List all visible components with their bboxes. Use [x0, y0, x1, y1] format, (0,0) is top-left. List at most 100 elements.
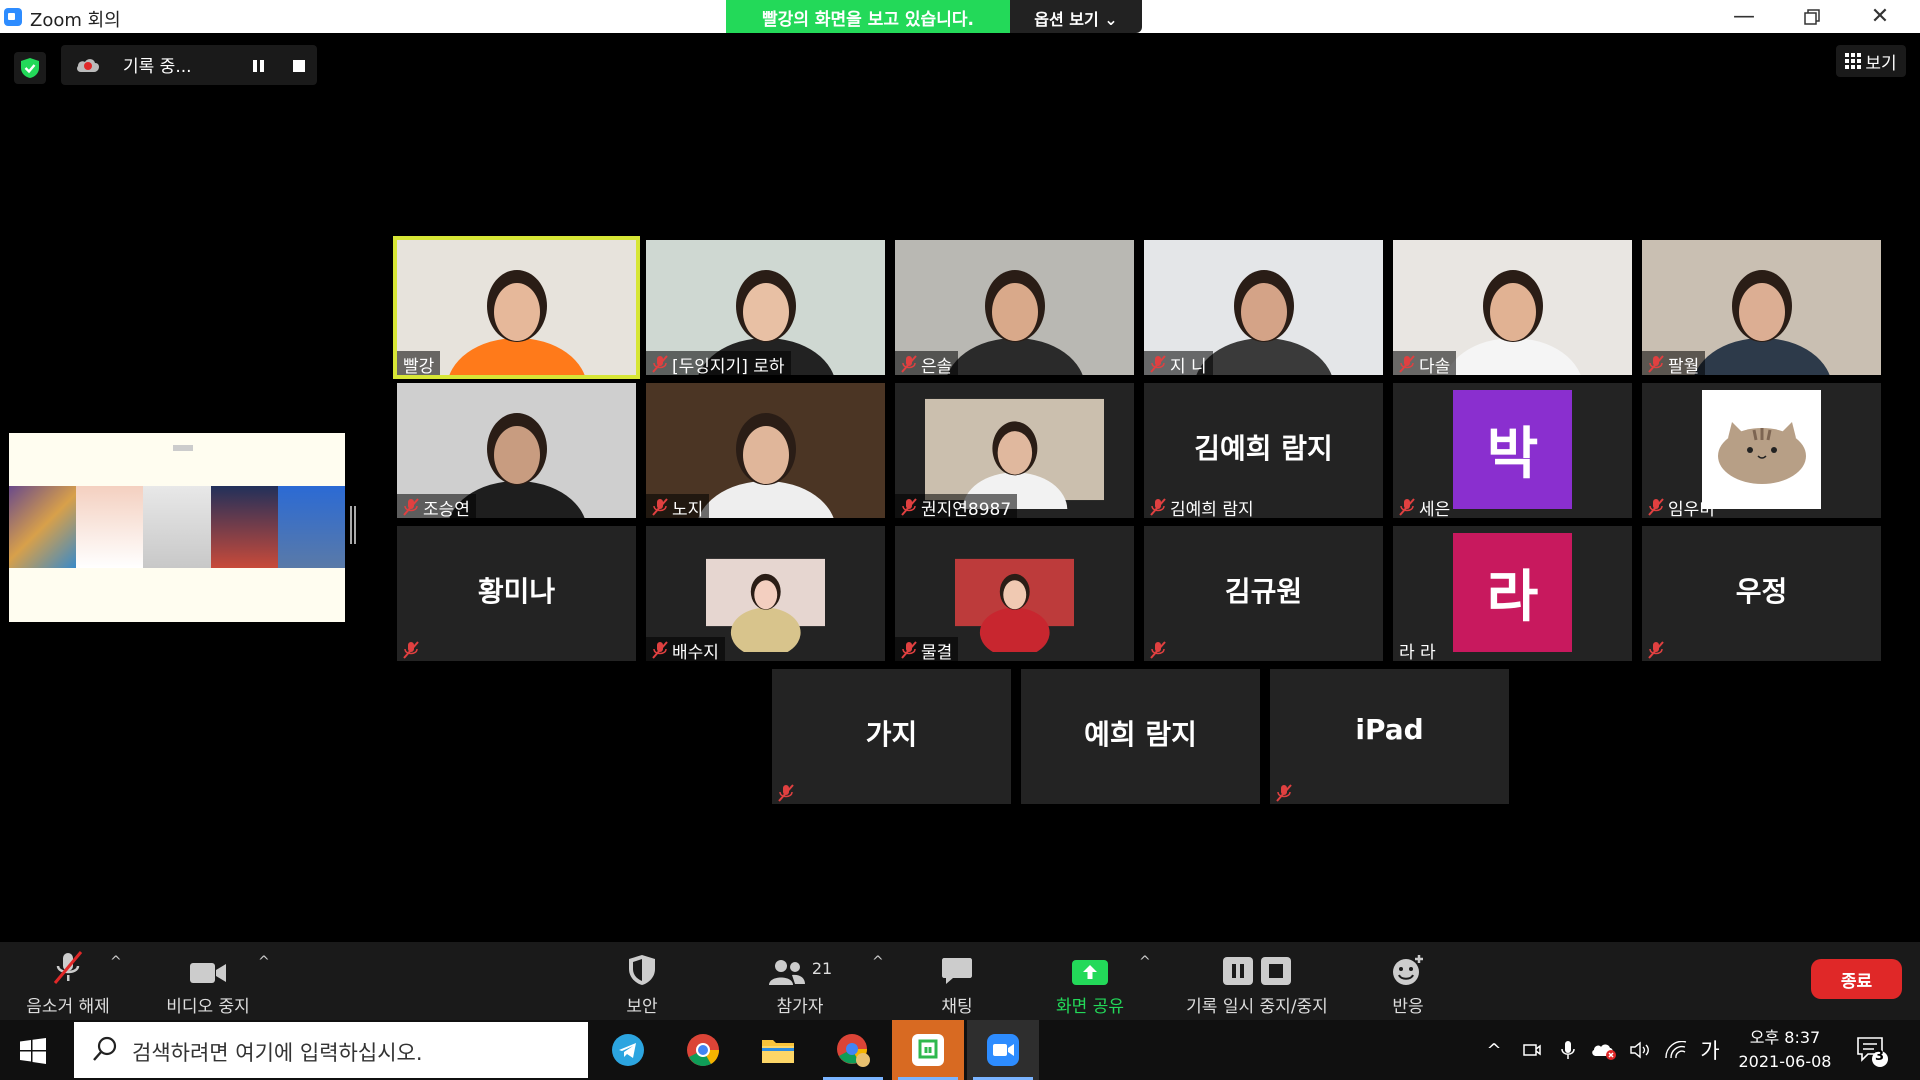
telegram-app[interactable] [592, 1020, 664, 1080]
ime-indicator[interactable]: 가 [1696, 1020, 1724, 1080]
muted-mic-icon [652, 641, 668, 659]
folder-icon [762, 1040, 794, 1063]
zoom-taskbar-app[interactable] [967, 1020, 1039, 1080]
search-icon [93, 1036, 117, 1061]
reactions-button[interactable]: 반응 [1368, 942, 1448, 1020]
participant-name: [두잉지기] 로하 [672, 356, 785, 376]
volume-tray[interactable] [1626, 1020, 1656, 1080]
participant-tile[interactable]: iPad [1270, 669, 1509, 804]
minimize-button[interactable]: — [1710, 0, 1778, 33]
participant-tile[interactable]: 지 니 [1144, 240, 1383, 375]
participants-button[interactable]: 21 참가자 [758, 942, 842, 1020]
network-tray[interactable] [1660, 1020, 1692, 1080]
shared-screen-view[interactable] [9, 433, 346, 622]
participant-name-label: 조승연 [397, 494, 476, 518]
participant-display-name: 우정 [1735, 575, 1788, 608]
participant-tile[interactable]: 팔월 [1642, 240, 1881, 375]
participant-name-label [1144, 637, 1172, 661]
meet-now-tray[interactable] [1518, 1020, 1546, 1080]
participant-tile[interactable]: 다솔 [1393, 240, 1632, 375]
security-button[interactable]: 보안 [602, 942, 682, 1020]
close-button[interactable]: ✕ [1846, 0, 1914, 33]
restore-button[interactable] [1778, 0, 1846, 33]
chat-button[interactable]: 채팅 [917, 942, 997, 1020]
participant-display-name: 김규원 [1224, 575, 1303, 608]
share-screen-button[interactable]: 화면 공유 [1046, 942, 1134, 1020]
participant-tile[interactable]: [두잉지기] 로하 [646, 240, 885, 375]
pause-stop-recording-button[interactable]: 기록 일시 중지/중지 [1172, 942, 1342, 1020]
participant-name-label: 지 니 [1144, 351, 1213, 375]
windows-taskbar: 검색하려면 여기에 입력하십시오. ^ 가 오후 8:37 2021-06-08… [0, 1020, 1920, 1080]
grid-icon [1845, 53, 1862, 69]
view-label: 보기 [1865, 53, 1897, 74]
participant-profile-photo [706, 533, 825, 652]
clock-time: 오후 8:37 [1749, 1028, 1821, 1047]
clock-date: 2021-06-08 [1738, 1052, 1832, 1071]
chrome-profile-app[interactable] [817, 1020, 889, 1080]
participants-options-caret[interactable]: ^ [872, 954, 884, 970]
security-shield-icon [629, 955, 655, 985]
participant-profile-photo [955, 533, 1074, 652]
participant-tile[interactable]: 박 세은 [1393, 383, 1632, 518]
participant-name: 물결 [921, 642, 953, 662]
show-hidden-icons[interactable]: ^ [1482, 1020, 1506, 1080]
participant-tile[interactable]: 임우미 [1642, 383, 1881, 518]
chrome-app[interactable] [667, 1020, 739, 1080]
taskbar-search-box[interactable]: 검색하려면 여기에 입력하십시오. [74, 1022, 588, 1078]
file-explorer-app[interactable] [742, 1020, 814, 1080]
muted-mic-icon [1648, 498, 1664, 516]
participant-tile[interactable]: 예희 람지 [1021, 669, 1260, 804]
participant-name-label [1270, 780, 1298, 804]
split-resize-handle[interactable] [350, 506, 356, 544]
share-options-caret[interactable]: ^ [1139, 954, 1151, 970]
stop-recording-button[interactable] [292, 58, 306, 77]
kakaotalk-like-app[interactable] [892, 1020, 964, 1080]
gallery-view-button[interactable]: 보기 [1836, 45, 1906, 77]
encryption-shield[interactable] [14, 52, 46, 84]
video-options-caret[interactable]: ^ [258, 954, 270, 970]
muted-mic-icon [1648, 641, 1664, 659]
unmute-button[interactable]: 음소거 해제 [18, 942, 118, 1020]
participant-tile[interactable]: 김규원 [1144, 526, 1383, 661]
participant-name: 은솔 [921, 356, 953, 376]
participant-tile[interactable]: 황미나 [397, 526, 636, 661]
video-camera-icon [190, 963, 226, 983]
participant-tile[interactable]: 가지 [772, 669, 1011, 804]
audio-options-caret[interactable]: ^ [110, 954, 122, 970]
participant-name: 빨강 [403, 356, 435, 376]
reactions-label: 반응 [1392, 997, 1424, 1017]
microphone-tray[interactable] [1554, 1020, 1582, 1080]
green-app-icon [912, 1034, 944, 1066]
participant-tile[interactable]: 물결 [895, 526, 1134, 661]
participant-tile[interactable]: 우정 [1642, 526, 1881, 661]
pause-recording-button[interactable] [252, 58, 266, 77]
end-meeting-button[interactable]: 종료 [1811, 959, 1902, 999]
action-center-button[interactable]: 3 [1856, 1034, 1890, 1072]
share-screen-label: 화면 공유 [1056, 997, 1124, 1017]
recording-status: 기록 중... [123, 57, 192, 77]
cat-avatar-icon [1718, 422, 1806, 484]
participant-tile[interactable]: 은솔 [895, 240, 1134, 375]
participant-name: 세은 [1419, 499, 1451, 519]
participant-tile[interactable]: 노지 [646, 383, 885, 518]
onedrive-tray[interactable] [1588, 1020, 1620, 1080]
participant-tile[interactable]: 배수지 [646, 526, 885, 661]
participant-tile[interactable]: 김예희 람지 김예희 람지 [1144, 383, 1383, 518]
participant-tile[interactable]: 조승연 [397, 383, 636, 518]
participant-tile[interactable]: 라라 라 [1393, 526, 1632, 661]
windows-start-icon[interactable] [20, 1038, 46, 1064]
reaction-emoji-icon [1393, 955, 1423, 985]
view-options-button[interactable]: 옵션 보기 ⌄ [1010, 0, 1142, 33]
participant-name-label [1642, 637, 1670, 661]
participant-tile[interactable]: 권지연8987 [895, 383, 1134, 518]
wifi-icon [1665, 1041, 1687, 1059]
chat-bubble-icon [942, 958, 972, 984]
participant-tile[interactable]: 빨강 [393, 236, 640, 379]
participant-name-label [772, 780, 800, 804]
participant-name-label: 노지 [646, 494, 710, 518]
participant-name: 지 니 [1170, 356, 1207, 376]
muted-mic-icon [901, 355, 917, 373]
muted-mic-icon [1648, 355, 1664, 373]
taskbar-clock[interactable]: 오후 8:37 2021-06-08 [1730, 1026, 1840, 1074]
stop-video-button[interactable]: 비디오 중지 [158, 942, 258, 1020]
